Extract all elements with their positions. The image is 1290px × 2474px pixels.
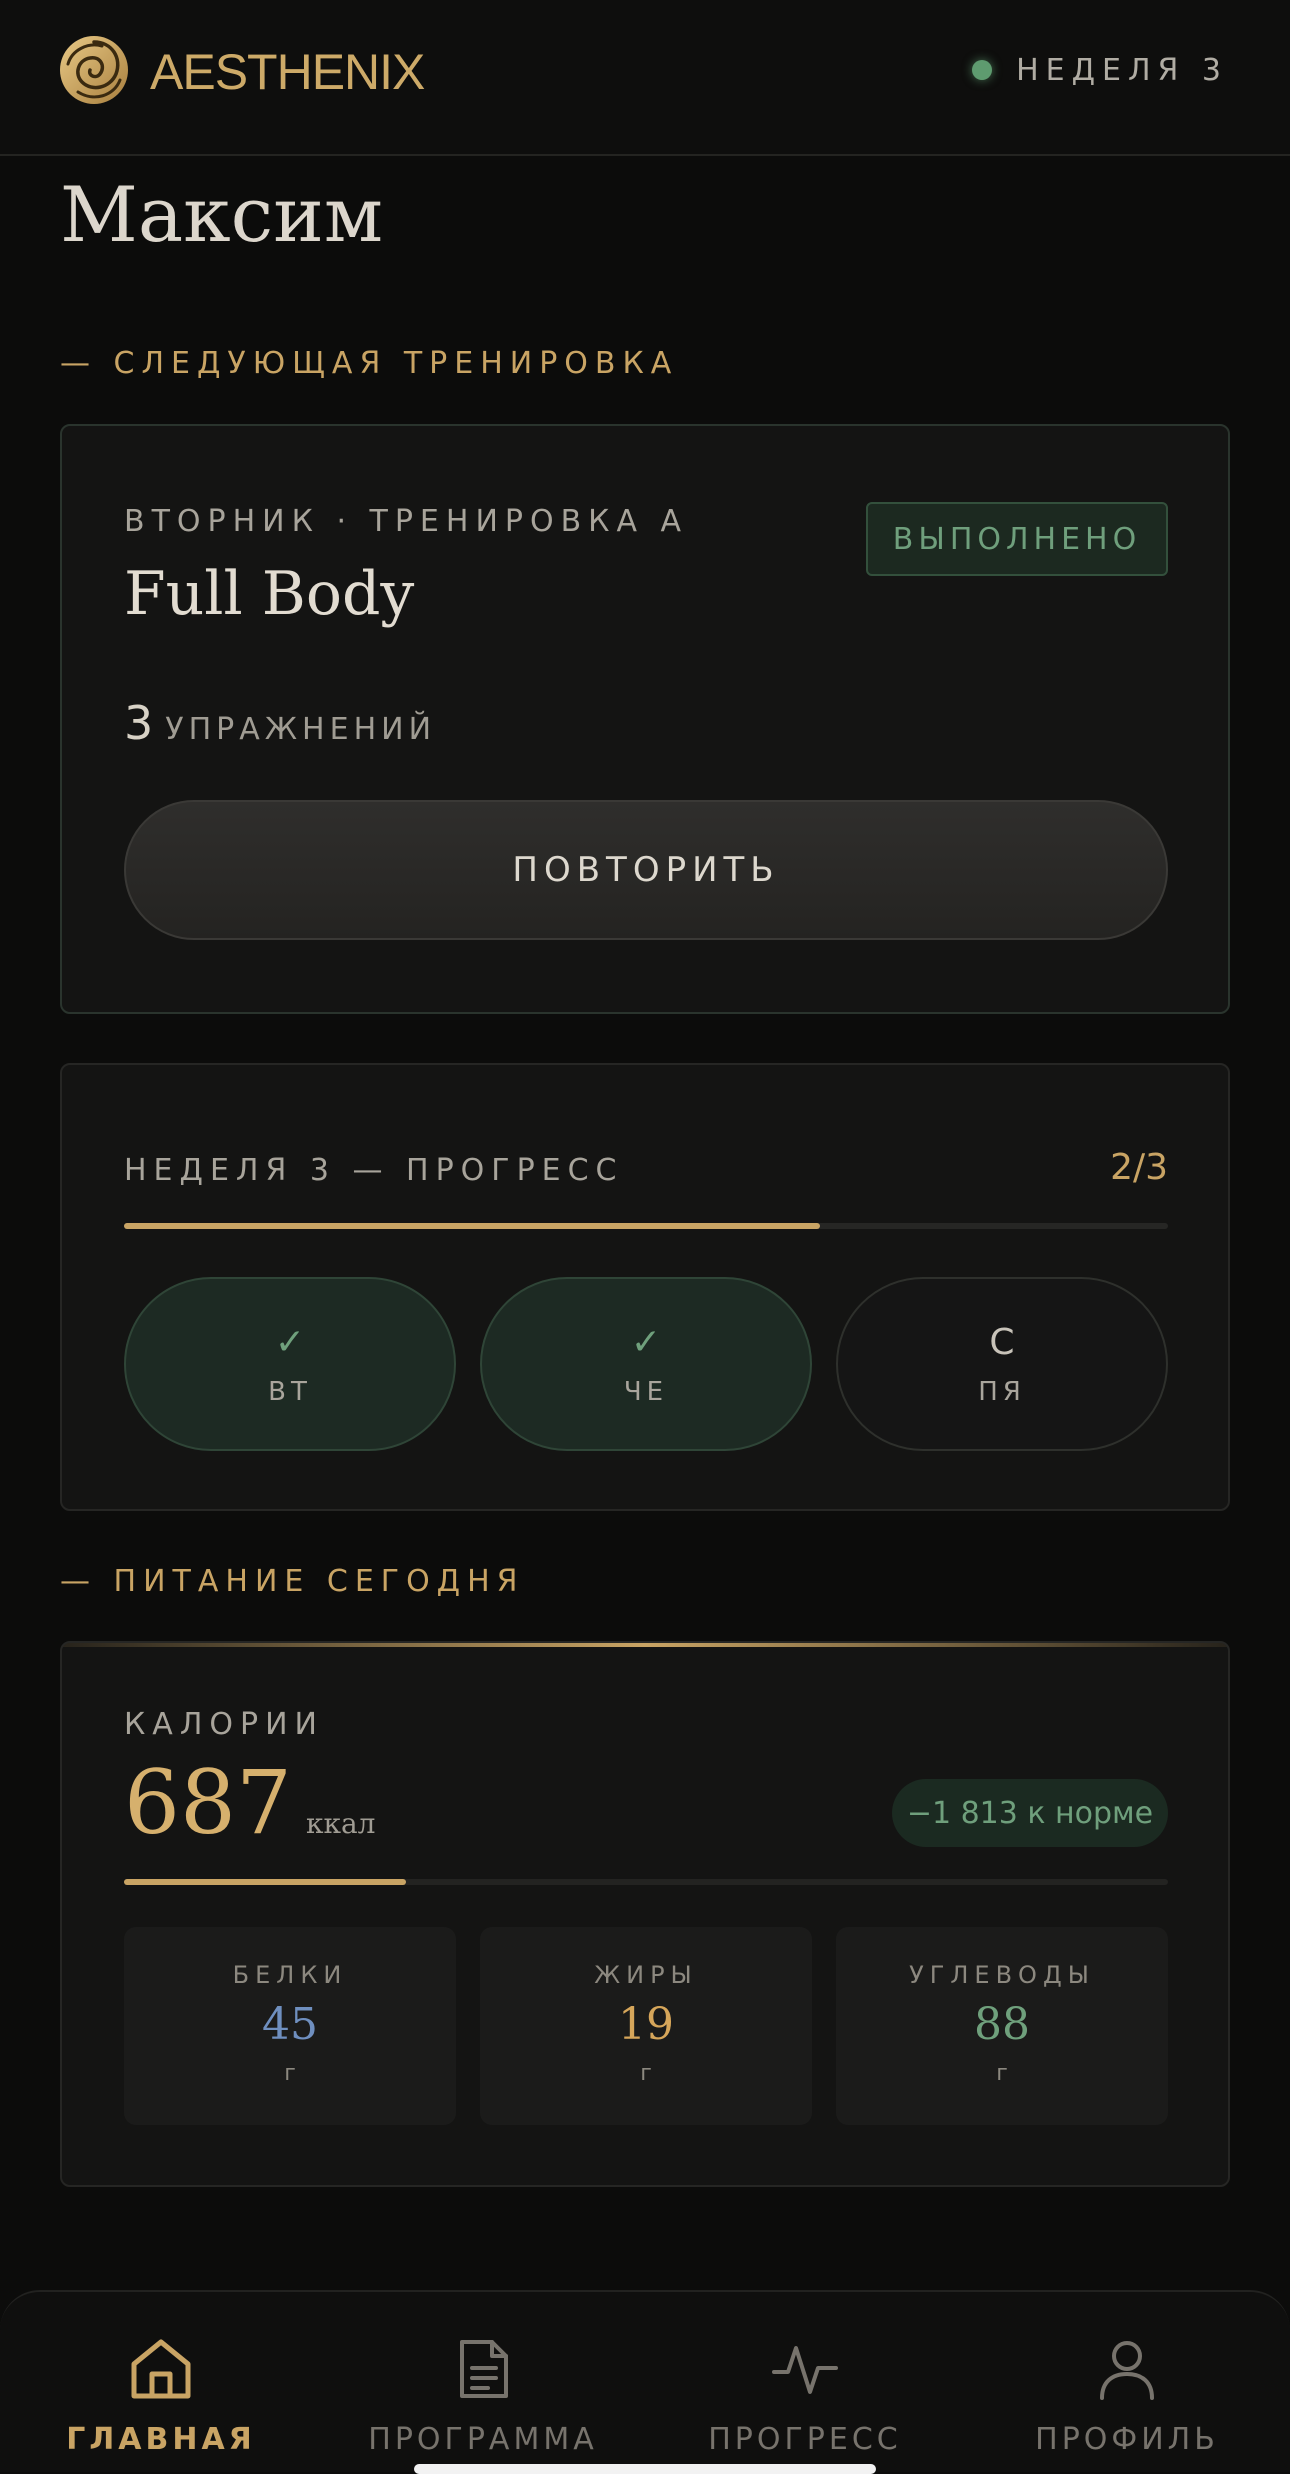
- spiral-logo-icon[interactable]: [58, 34, 130, 106]
- exercise-count-label: УПРАЖНЕНИЙ: [165, 712, 437, 747]
- workout-day-label: ВТОРНИК · ТРЕНИРОВКА А: [124, 504, 689, 539]
- day-name: ЧЕ: [623, 1377, 669, 1407]
- day-mark-letter: С: [989, 1322, 1015, 1363]
- calories-label: КАЛОРИИ: [124, 1707, 324, 1742]
- macro-value: 45: [262, 1999, 318, 2050]
- macro-name: БЕЛКИ: [232, 1961, 348, 1989]
- repeat-button[interactable]: ПОВТОРИТЬ: [124, 800, 1168, 940]
- macro-name: ЖИРЫ: [594, 1961, 698, 1989]
- exercise-count-number: 3: [124, 696, 154, 750]
- next-workout-card[interactable]: ВТОРНИК · ТРЕНИРОВКА А Full Body ВЫПОЛНЕ…: [60, 424, 1230, 1014]
- user-icon: [1100, 2341, 1154, 2400]
- macro-protein: БЕЛКИ 45 г: [124, 1927, 456, 2125]
- week-progress-card: НЕДЕЛЯ 3 — ПРОГРЕСС 2/3 ✓ ВТ ✓ ЧЕ С ПЯ: [60, 1063, 1230, 1511]
- week-progress-bar: [124, 1223, 1168, 1229]
- exercise-count: 3 УПРАЖНЕНИЙ: [124, 696, 436, 750]
- nav-item-profile[interactable]: ПРОФИЛЬ: [966, 2292, 1288, 2474]
- day-name: ПЯ: [978, 1377, 1026, 1407]
- macro-value: 88: [974, 1999, 1030, 2050]
- next-workout-section-title: — СЛЕДУЮЩАЯ ТРЕНИРОВКА: [60, 346, 679, 381]
- nav-item-progress[interactable]: ПРОГРЕСС: [644, 2292, 966, 2474]
- week-indicator: НЕДЕЛЯ 3: [972, 50, 1228, 90]
- nav-item-home[interactable]: ГЛАВНАЯ: [0, 2292, 322, 2474]
- status-dot-icon: [972, 60, 993, 80]
- calories-unit: ккал: [305, 1807, 376, 1840]
- macro-carbs: УГЛЕВОДЫ 88 г: [836, 1927, 1168, 2125]
- macro-name: УГЛЕВОДЫ: [909, 1961, 1095, 1989]
- calories-progress-bar: [124, 1879, 1168, 1885]
- macro-unit: г: [284, 2061, 296, 2086]
- brand-name: AESTHENIX: [150, 44, 425, 100]
- macro-unit: г: [996, 2061, 1008, 2086]
- check-icon: ✓: [630, 1322, 662, 1363]
- nav-item-program[interactable]: ПРОГРАММА: [322, 2292, 644, 2474]
- macro-value: 19: [618, 1999, 674, 2050]
- nav-label: ГЛАВНАЯ: [66, 2422, 256, 2457]
- macro-fat: ЖИРЫ 19 г: [480, 1927, 812, 2125]
- calories-progress-fill: [124, 1879, 406, 1885]
- week-label: НЕДЕЛЯ 3: [1016, 52, 1228, 88]
- day-name: ВТ: [268, 1377, 312, 1407]
- calories-number: 687: [124, 1751, 292, 1854]
- nutrition-card[interactable]: КАЛОРИИ 687 ккал −1 813 к норме БЕЛКИ 45…: [60, 1641, 1230, 2187]
- nutrition-section-title: — ПИТАНИЕ СЕГОДНЯ: [60, 1564, 525, 1599]
- nav-label: ПРОФИЛЬ: [1035, 2422, 1219, 2457]
- home-indicator[interactable]: [414, 2464, 876, 2474]
- macro-unit: г: [640, 2061, 652, 2086]
- activity-icon: [772, 2346, 838, 2394]
- day-pill-thu[interactable]: ✓ ЧЕ: [480, 1277, 812, 1451]
- user-name: Максим: [60, 170, 383, 259]
- calories-norm-badge: −1 813 к норме: [892, 1779, 1168, 1847]
- bottom-navigation: ГЛАВНАЯ ПРОГРАММА ПРОГРЕСС ПРОФИЛЬ: [0, 2290, 1290, 2472]
- calories-value: 687 ккал: [124, 1751, 375, 1855]
- workout-title: Full Body: [124, 559, 415, 629]
- document-icon: [460, 2340, 508, 2398]
- nav-label: ПРОГРАММА: [368, 2422, 598, 2457]
- home-icon: [131, 2339, 191, 2399]
- day-pill-fri[interactable]: С ПЯ: [836, 1277, 1168, 1451]
- week-progress-fill: [124, 1223, 821, 1229]
- card-accent-line: [62, 1643, 1228, 1647]
- nav-label: ПРОГРЕСС: [708, 2422, 902, 2457]
- app-header: AESTHENIX НЕДЕЛЯ 3: [0, 0, 1290, 156]
- week-progress-count: 2/3: [1110, 1147, 1168, 1188]
- day-pill-tue[interactable]: ✓ ВТ: [124, 1277, 456, 1451]
- week-progress-title: НЕДЕЛЯ 3 — ПРОГРЕСС: [124, 1153, 624, 1188]
- check-icon: ✓: [274, 1322, 306, 1363]
- status-badge: ВЫПОЛНЕНО: [866, 502, 1168, 576]
